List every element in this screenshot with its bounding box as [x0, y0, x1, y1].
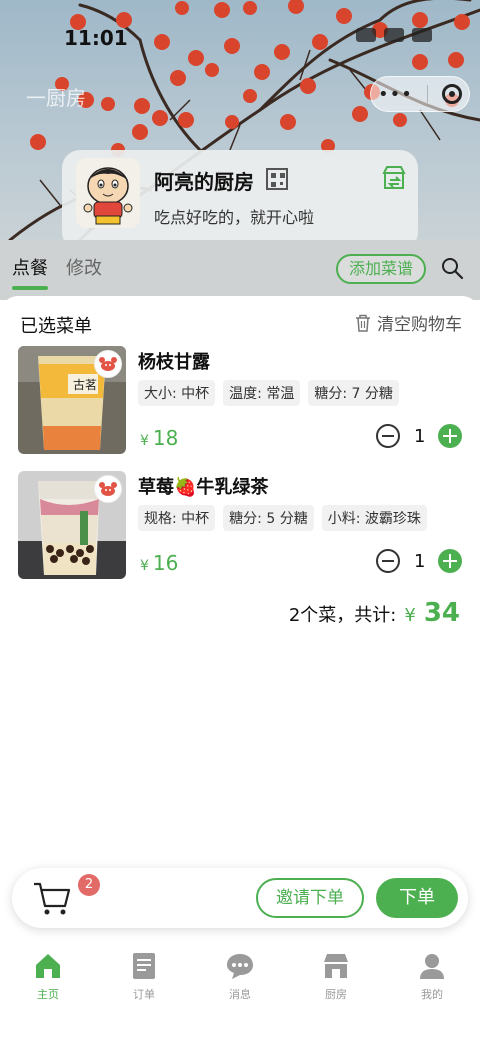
kitchen-avatar[interactable]	[76, 158, 140, 228]
increase-button[interactable]	[438, 424, 462, 448]
item-image-strawberry-tea[interactable]	[18, 471, 126, 579]
nav-label: 我的	[421, 988, 443, 1001]
cartoon-boy-avatar-icon	[83, 167, 133, 225]
miniprogram-capsule: •••	[370, 76, 470, 112]
kitchen-slogan: 吃点好吃的，就开心啦	[154, 208, 315, 227]
item-name: 杨枝甘露	[138, 352, 210, 373]
page-name: 一厨房	[26, 86, 86, 110]
price-amount: 16	[152, 551, 179, 575]
nav-item-profile[interactable]: 我的	[397, 952, 467, 1002]
kitchen-card[interactable]: 阿亮的厨房 吃点好吃的，就开心啦	[62, 150, 418, 250]
cart-count-badge: 2	[78, 874, 100, 896]
wifi-icon	[384, 28, 404, 42]
cart-title: 已选菜单	[20, 316, 92, 337]
nav-label: 主页	[37, 988, 59, 1001]
nav-item-kitchen[interactable]: 厨房	[301, 952, 371, 1002]
item-price: ¥16	[140, 551, 178, 575]
increase-button[interactable]	[438, 549, 462, 573]
target-close-icon[interactable]	[441, 84, 462, 104]
crab-icon	[94, 350, 122, 378]
total-amount: 34	[423, 598, 460, 628]
cart-button[interactable]: 2	[32, 874, 100, 918]
active-tab-indicator	[12, 286, 48, 290]
item-quantity: 1	[414, 425, 426, 447]
decrease-button[interactable]	[376, 424, 400, 448]
item-image-mango-drink[interactable]: 古茗	[18, 346, 126, 454]
nav-label: 订单	[133, 988, 155, 1001]
spec-tag: 糖分: 7 分糖	[308, 380, 399, 406]
bottom-nav: 主页 订单 消息 厨房 我的	[0, 944, 480, 1044]
price-amount: 18	[152, 426, 179, 450]
cart-item: 草莓🍓牛乳绿茶 规格: 中杯 糖分: 5 分糖 小料: 波霸珍珠 ¥16 1	[0, 471, 480, 581]
spec-tag: 规格: 中杯	[138, 505, 216, 531]
tabs-row: 点餐 修改 添加菜谱	[0, 240, 480, 300]
invite-order-button[interactable]: 邀请下单	[256, 878, 364, 918]
nav-item-messages[interactable]: 消息	[205, 952, 275, 1002]
price-currency: ¥	[140, 433, 149, 449]
cart-sheet: 已选菜单 清空购物车 古茗 杨枝甘露 大小: 中杯 温度: 常温 糖分: 7 分…	[0, 296, 480, 1044]
status-time: 11:01	[64, 26, 128, 50]
status-icons	[356, 28, 432, 42]
battery-icon	[412, 28, 432, 42]
total-count-label: 2个菜，共计:	[288, 605, 397, 626]
crab-icon	[94, 475, 122, 503]
checkout-bar: 2 邀请下单 下单	[12, 868, 468, 928]
orders-icon	[133, 953, 155, 979]
cart-total: 2个菜，共计: ¥ 34	[289, 598, 460, 628]
add-recipe-button[interactable]: 添加菜谱	[336, 254, 426, 284]
tab-modify[interactable]: 修改	[66, 254, 102, 280]
qr-code-icon[interactable]	[266, 168, 288, 190]
spec-tag: 温度: 常温	[223, 380, 301, 406]
capsule-divider	[426, 85, 428, 103]
clear-cart-button[interactable]: 清空购物车	[355, 310, 462, 335]
clear-cart-label: 清空购物车	[377, 315, 462, 335]
signal-icon	[356, 28, 376, 42]
price-currency: ¥	[140, 558, 149, 574]
spec-tag: 大小: 中杯	[138, 380, 216, 406]
item-specs: 规格: 中杯 糖分: 5 分糖 小料: 波霸珍珠	[138, 505, 427, 531]
spec-tag: 糖分: 5 分糖	[223, 505, 314, 531]
nav-item-orders[interactable]: 订单	[109, 952, 179, 1002]
quantity-stepper: 1	[376, 549, 462, 573]
place-order-button[interactable]: 下单	[376, 878, 458, 918]
home-icon	[36, 954, 60, 978]
quantity-stepper: 1	[376, 424, 462, 448]
decrease-button[interactable]	[376, 549, 400, 573]
nav-item-home[interactable]: 主页	[13, 952, 83, 1002]
search-icon[interactable]	[440, 256, 464, 280]
profile-icon	[420, 954, 444, 979]
total-currency: ¥	[404, 605, 416, 626]
shopping-cart-icon	[34, 882, 71, 915]
item-specs: 大小: 中杯 温度: 常温 糖分: 7 分糖	[138, 380, 399, 406]
kitchen-icon	[324, 954, 348, 978]
item-quantity: 1	[414, 550, 426, 572]
message-icon	[227, 954, 253, 979]
spec-tag: 小料: 波霸珍珠	[321, 505, 427, 531]
cart-item: 古茗 杨枝甘露 大小: 中杯 温度: 常温 糖分: 7 分糖 ¥18 1	[0, 346, 480, 456]
more-dots-icon[interactable]: •••	[378, 84, 413, 105]
nav-label: 厨房	[325, 988, 347, 1001]
svg-text:古茗: 古茗	[73, 377, 97, 392]
trash-icon	[356, 314, 370, 332]
store-switch-icon[interactable]	[380, 164, 408, 192]
kitchen-name: 阿亮的厨房	[154, 170, 254, 194]
tab-order[interactable]: 点餐	[12, 254, 48, 280]
nav-label: 消息	[229, 988, 251, 1001]
item-name: 草莓🍓牛乳绿茶	[138, 477, 269, 498]
item-price: ¥18	[140, 426, 178, 450]
